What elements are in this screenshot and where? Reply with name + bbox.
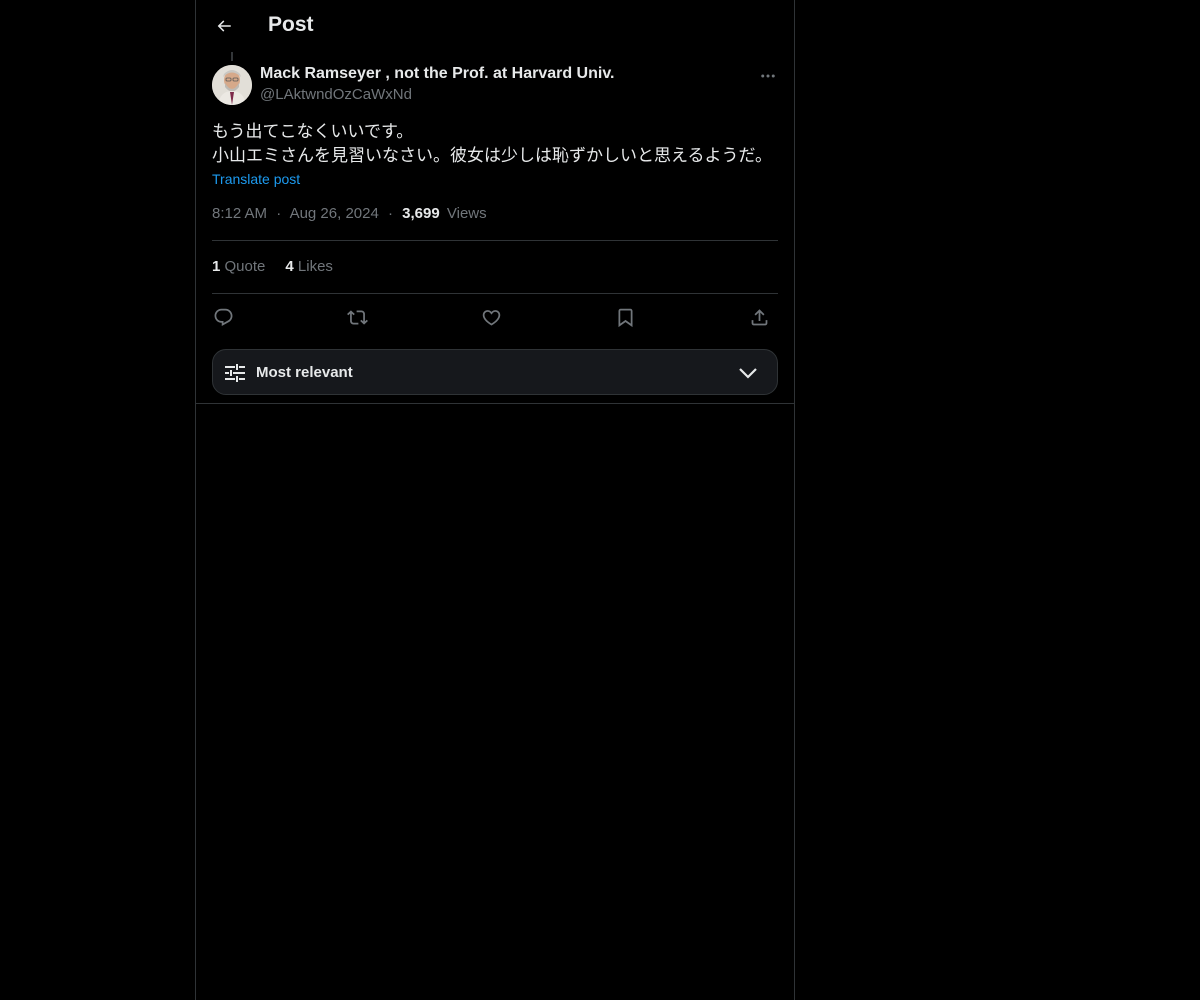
- post-text: もう出てこなくいいです。 小山エミさんを見習いなさい。彼女は少しは恥ずかしいと思…: [212, 120, 782, 168]
- post-text-line: 小山エミさんを見習いなさい。彼女は少しは恥ずかしいと思えるようだ。: [212, 146, 772, 165]
- translate-post-link[interactable]: Translate post: [212, 171, 300, 187]
- repost-button[interactable]: [344, 304, 370, 330]
- sliders-icon: [225, 364, 245, 382]
- reply-icon: [214, 308, 232, 326]
- post-date[interactable]: Aug 26, 2024: [290, 205, 379, 222]
- reply-sort-dropdown[interactable]: Most relevant: [212, 349, 778, 395]
- likes-link[interactable]: 4 Likes: [285, 258, 333, 275]
- action-bar: [212, 304, 778, 330]
- likes-count: 4: [285, 258, 294, 275]
- arrow-left-icon: [217, 20, 231, 32]
- main-column: Post Mack Ramseyer , not the Prof. at Ha…: [195, 0, 795, 1000]
- engagement-stats: 1 Quote 4 Likes: [212, 258, 333, 275]
- quotes-link[interactable]: 1 Quote: [212, 258, 265, 275]
- more-options-button[interactable]: [756, 66, 780, 86]
- avatar-image: [212, 65, 252, 105]
- views-count: 3,699: [402, 205, 440, 222]
- reply-button[interactable]: [210, 304, 236, 330]
- share-icon: [751, 308, 767, 325]
- divider: [212, 293, 778, 294]
- author-handle[interactable]: @LAktwndOzCaWxNd: [260, 86, 412, 103]
- post-meta: 8:12 AM · Aug 26, 2024 · 3,699 Views: [212, 205, 487, 222]
- quotes-count: 1: [212, 258, 221, 275]
- sort-label: Most relevant: [256, 364, 353, 381]
- author-name[interactable]: Mack Ramseyer , not the Prof. at Harvard…: [260, 65, 614, 83]
- repost-icon: [346, 309, 368, 325]
- avatar[interactable]: [212, 65, 252, 105]
- like-icon: [482, 309, 500, 326]
- section-divider: [196, 403, 794, 404]
- share-button[interactable]: [746, 304, 772, 330]
- more-horizontal-icon: [761, 74, 775, 78]
- bookmark-icon: [618, 308, 632, 327]
- chevron-down-icon: [739, 368, 757, 379]
- back-button[interactable]: [208, 10, 240, 42]
- meta-separator: ·: [276, 205, 282, 222]
- page-title: Post: [268, 13, 314, 36]
- views-label: Views: [446, 205, 487, 222]
- bookmark-button[interactable]: [612, 304, 638, 330]
- thread-connector: [231, 52, 233, 61]
- quotes-label: Quote: [224, 258, 266, 275]
- like-button[interactable]: [478, 304, 504, 330]
- post-time[interactable]: 8:12 AM: [212, 205, 267, 222]
- divider: [212, 240, 778, 241]
- post-text-line: もう出てこなくいいです。: [212, 122, 414, 141]
- post-header: Post: [196, 0, 794, 53]
- likes-label: Likes: [297, 258, 333, 275]
- meta-separator: ·: [387, 205, 393, 222]
